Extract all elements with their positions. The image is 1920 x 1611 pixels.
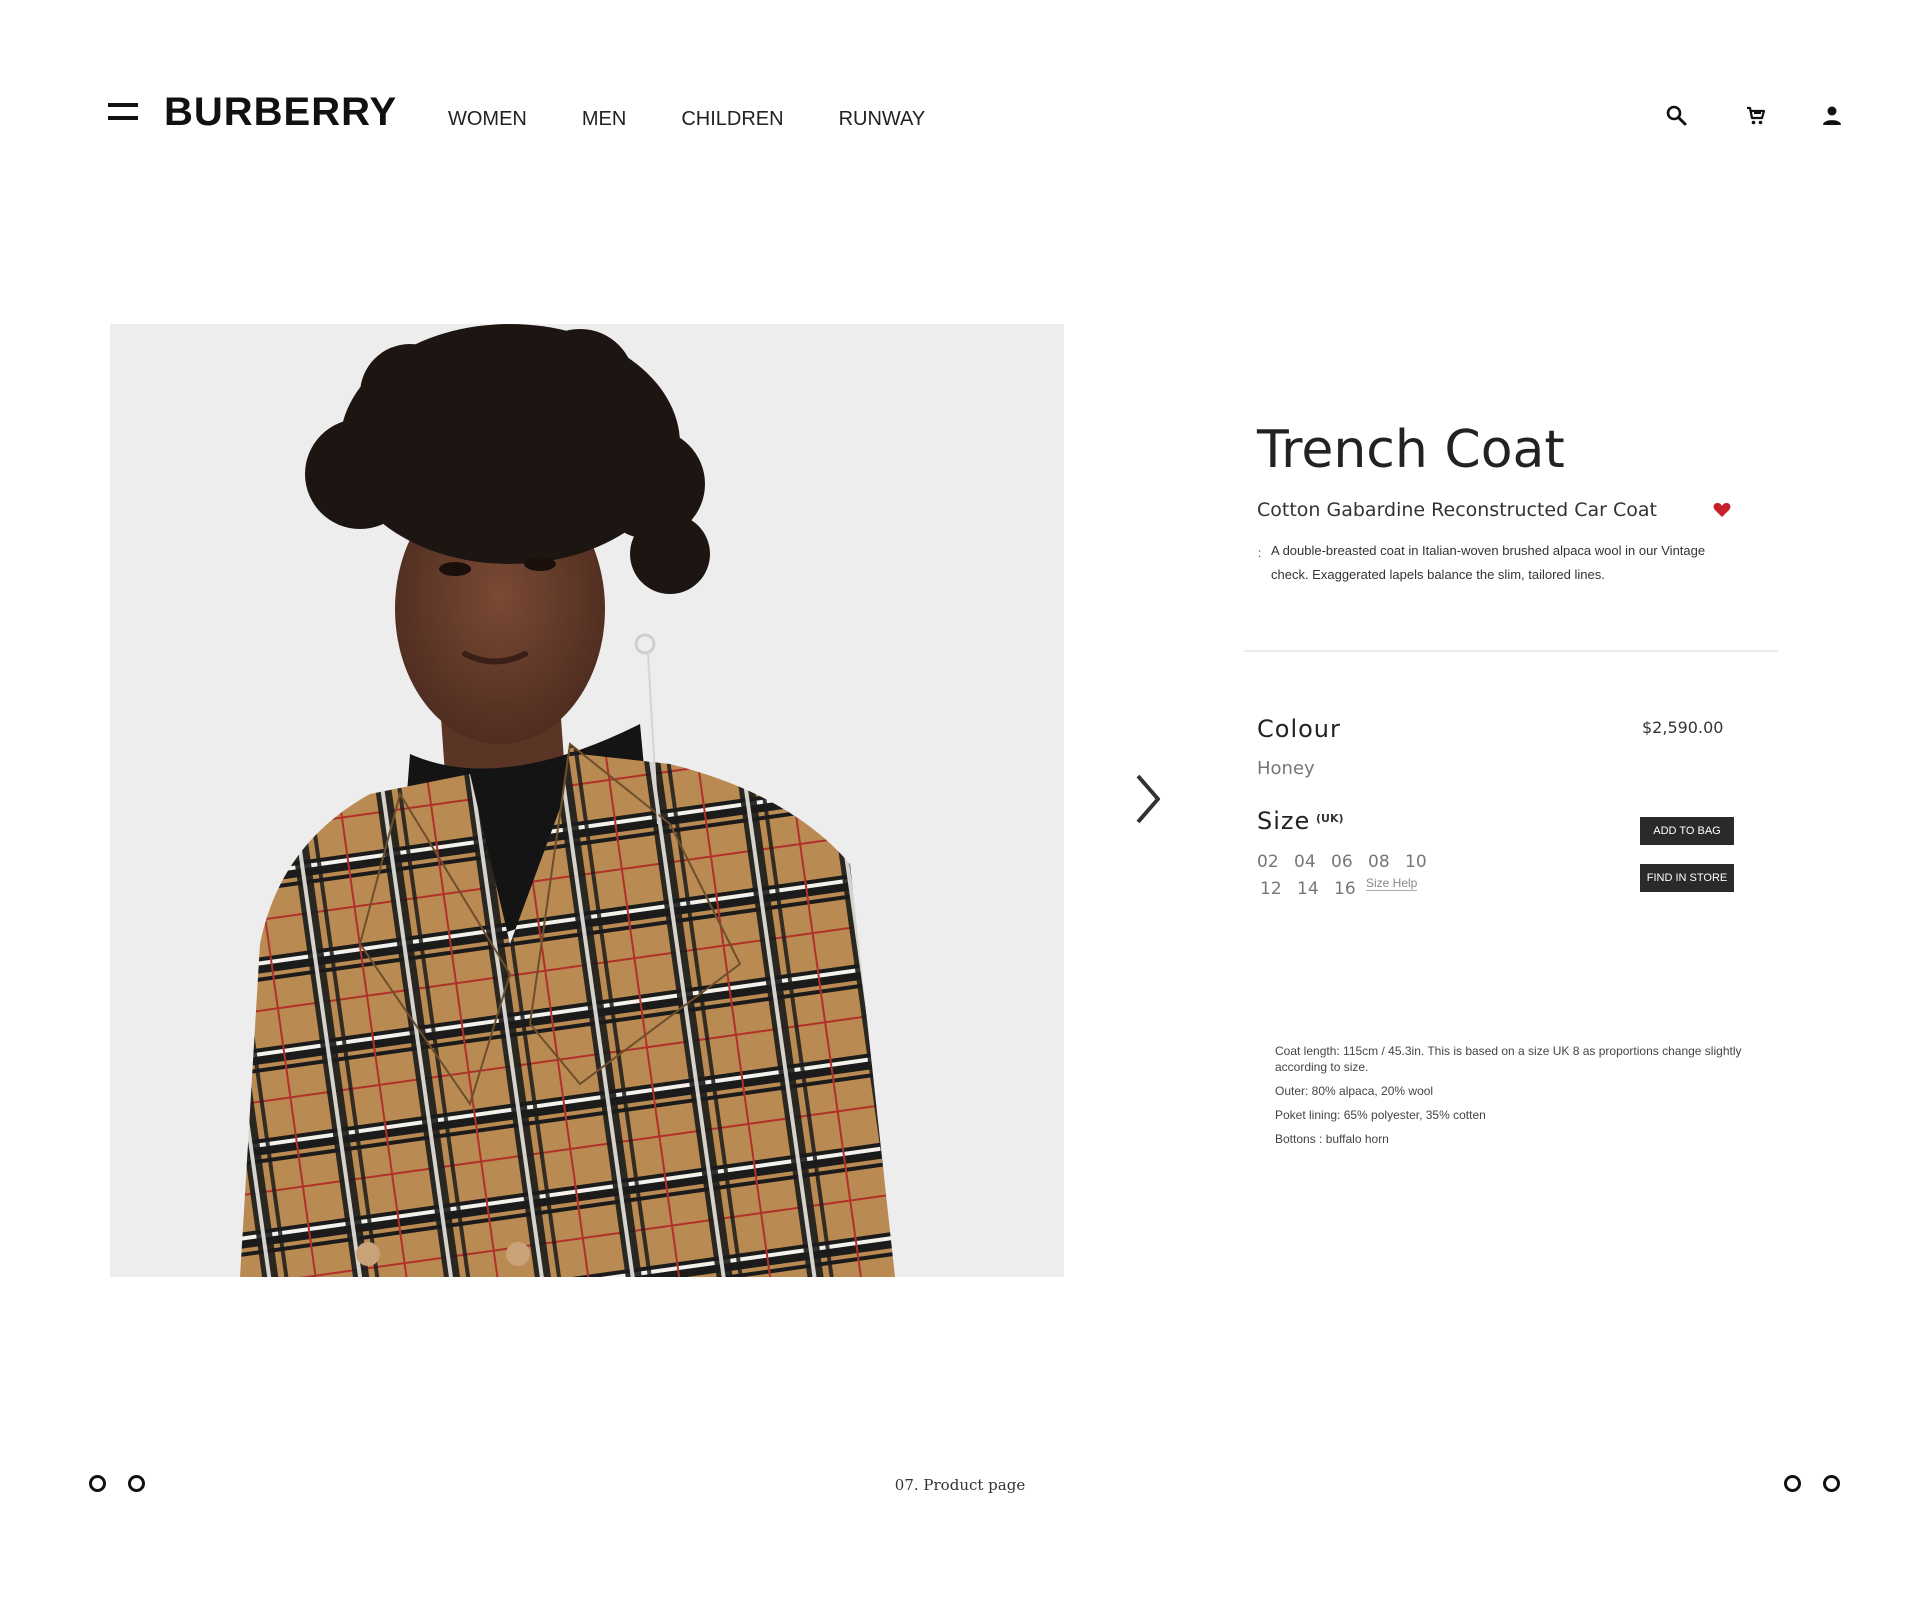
product-title: Trench Coat: [1257, 420, 1565, 480]
description-prefix: :: [1258, 546, 1262, 560]
search-icon[interactable]: [1665, 104, 1689, 128]
user-icon[interactable]: [1820, 104, 1844, 128]
main-nav: WOMEN MEN CHILDREN RUNWAY: [448, 107, 980, 131]
size-option[interactable]: 10: [1405, 851, 1427, 873]
detail-line: Outer: 80% alpaca, 20% wool: [1275, 1084, 1434, 1098]
nav-item-runway[interactable]: RUNWAY: [839, 107, 926, 131]
size-option[interactable]: 04: [1294, 851, 1316, 873]
next-image-arrow-icon[interactable]: [1132, 772, 1162, 826]
size-option[interactable]: 12: [1260, 878, 1282, 900]
product-description: A double-breasted coat in Italian-woven …: [1271, 543, 1706, 582]
page-label: 07. Product page: [894, 1476, 1026, 1494]
size-option[interactable]: 14: [1297, 878, 1319, 900]
size-help-link[interactable]: Size Help: [1366, 876, 1418, 891]
product-image: [110, 324, 1064, 1277]
divider: [1244, 650, 1778, 652]
add-to-bag-button[interactable]: ADD TO BAG: [1640, 817, 1734, 845]
heart-icon[interactable]: [1713, 502, 1731, 518]
product-price: $2,590.00: [1642, 718, 1724, 737]
cart-icon[interactable]: [1744, 104, 1768, 128]
pager-dot[interactable]: [1784, 1475, 1801, 1492]
product-page: BURBERRY WOMEN MEN CHILDREN RUNWAY Trenc…: [0, 0, 1920, 1611]
nav-item-children[interactable]: CHILDREN: [681, 107, 783, 131]
detail-line: Coat length: 115cm / 45.3in. This is bas…: [1275, 1044, 1742, 1074]
pager-dot[interactable]: [1823, 1475, 1840, 1492]
nav-item-women[interactable]: WOMEN: [448, 107, 527, 131]
menu-icon[interactable]: [108, 103, 138, 121]
detail-line: Bottons : buffalo horn: [1275, 1132, 1389, 1146]
size-option[interactable]: 06: [1331, 851, 1353, 873]
nav-item-men[interactable]: MEN: [582, 107, 626, 131]
brand-logo[interactable]: BURBERRY: [164, 88, 397, 136]
product-subtitle: Cotton Gabardine Reconstructed Car Coat: [1257, 499, 1657, 521]
size-label: Size: [1257, 807, 1311, 835]
product-details: Coat length: 115cm / 45.3in. This is bas…: [1275, 1043, 1745, 1155]
find-in-store-button[interactable]: FIND IN STORE: [1640, 864, 1734, 892]
colour-label: Colour: [1257, 715, 1341, 743]
size-option[interactable]: 02: [1257, 851, 1279, 873]
colour-value[interactable]: Honey: [1257, 757, 1315, 781]
size-unit: (UK): [1316, 812, 1344, 825]
size-option[interactable]: 16: [1334, 878, 1356, 900]
size-option[interactable]: 08: [1368, 851, 1390, 873]
detail-line: Poket lining: 65% polyester, 35% cotten: [1275, 1108, 1486, 1122]
